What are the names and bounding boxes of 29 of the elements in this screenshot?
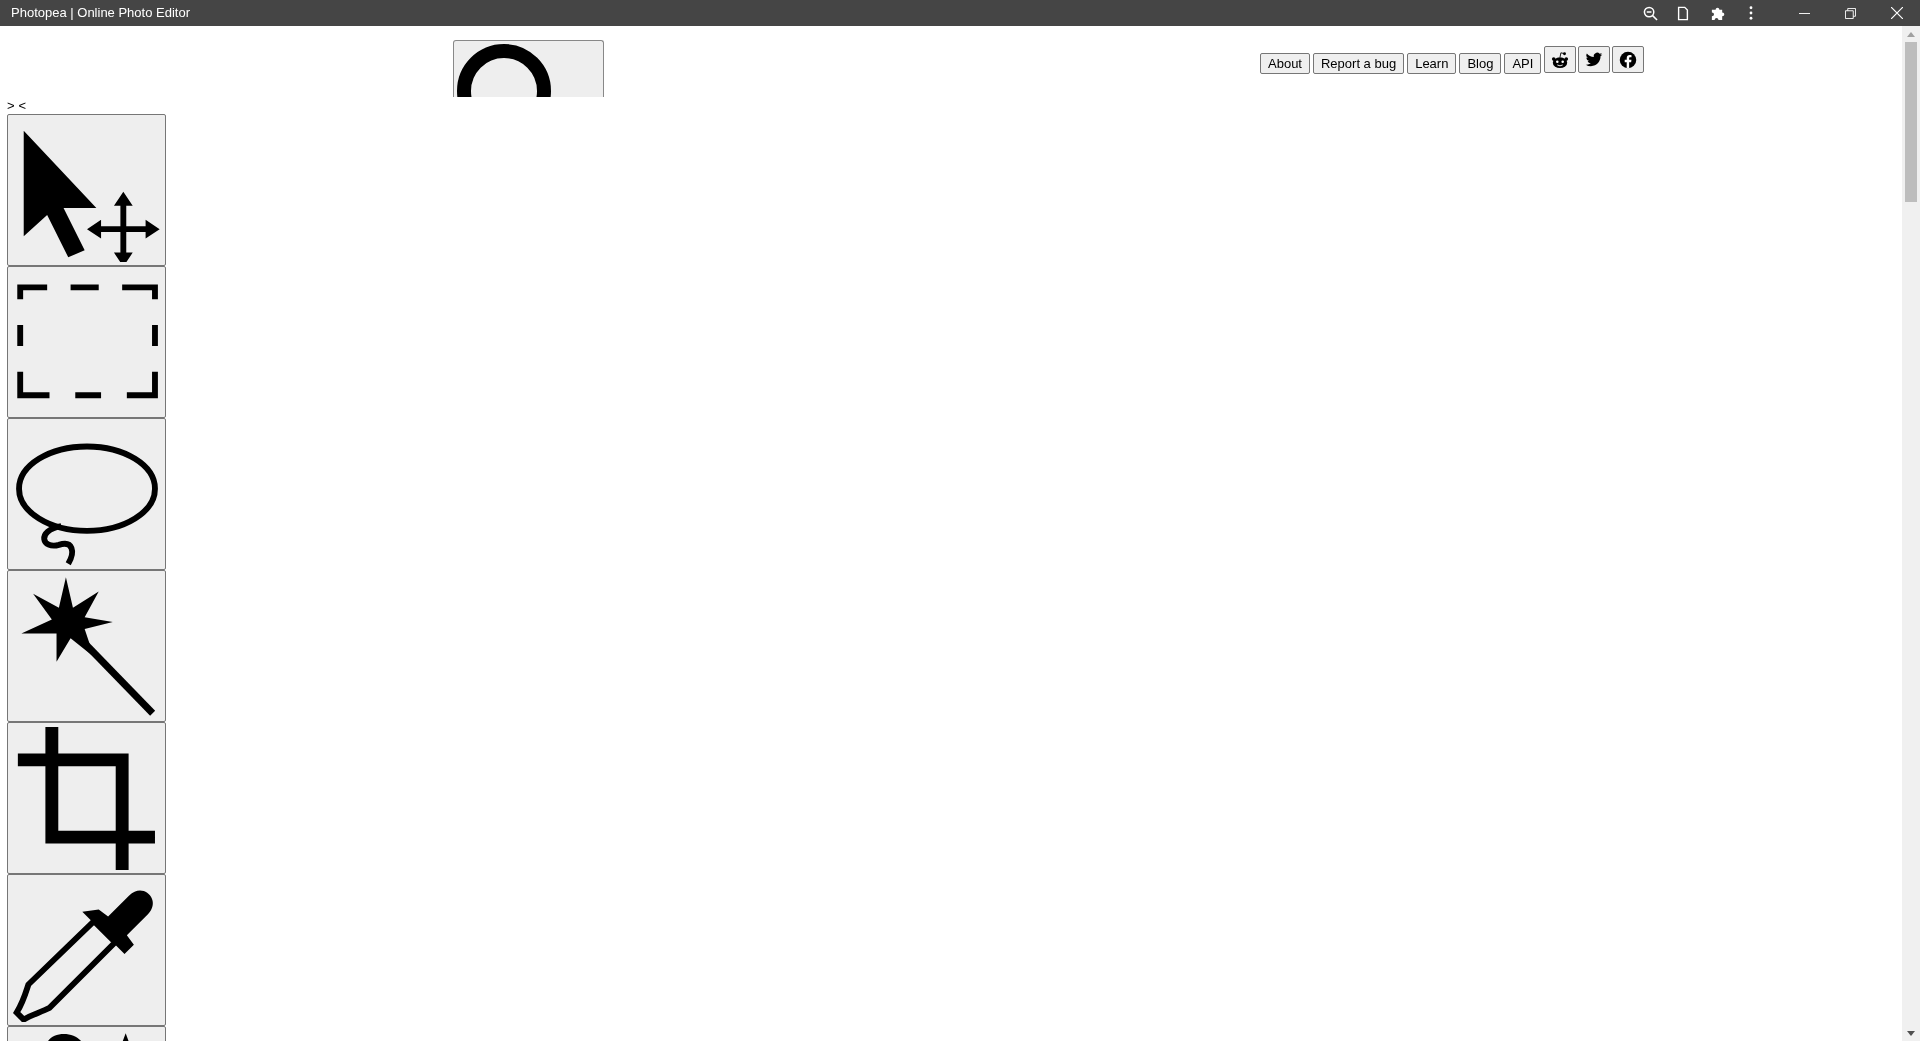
nav-button[interactable]: About bbox=[1260, 53, 1310, 74]
tool-button[interactable] bbox=[7, 418, 166, 570]
social-button[interactable] bbox=[1578, 46, 1611, 73]
tool-button[interactable] bbox=[7, 874, 166, 1026]
nav-button[interactable]: Learn bbox=[1407, 53, 1457, 74]
tool-button[interactable] bbox=[7, 722, 166, 874]
scrollbar[interactable] bbox=[1902, 26, 1920, 1041]
bird-icon bbox=[1585, 50, 1604, 69]
tool-button[interactable] bbox=[7, 266, 166, 418]
nav-button[interactable]: Blog bbox=[1459, 53, 1502, 74]
more-menu-icon[interactable] bbox=[1749, 6, 1753, 20]
page-icon[interactable] bbox=[1676, 5, 1690, 21]
facebook-logo-icon bbox=[1619, 50, 1638, 69]
panel-toggle[interactable]: > bbox=[7, 97, 15, 114]
restore-icon[interactable] bbox=[1845, 7, 1856, 19]
alien-icon bbox=[1551, 50, 1570, 69]
scroll-down-icon[interactable] bbox=[1907, 1031, 1915, 1036]
social-button[interactable] bbox=[1544, 46, 1577, 73]
nav-button[interactable]: Report a bug bbox=[1313, 53, 1405, 74]
tool-button[interactable] bbox=[7, 114, 166, 266]
tool-button[interactable] bbox=[7, 570, 166, 722]
social-button[interactable] bbox=[1612, 46, 1645, 73]
nav-button[interactable]: API bbox=[1504, 53, 1542, 74]
scroll-thumb[interactable] bbox=[1905, 42, 1917, 202]
panel-toggle[interactable]: < bbox=[18, 97, 27, 114]
search-icon[interactable] bbox=[1643, 5, 1658, 21]
puzzle-icon[interactable] bbox=[1710, 5, 1725, 21]
close-icon[interactable] bbox=[1891, 7, 1903, 19]
window-title: Photopea | Online Photo Editor bbox=[10, 4, 190, 23]
